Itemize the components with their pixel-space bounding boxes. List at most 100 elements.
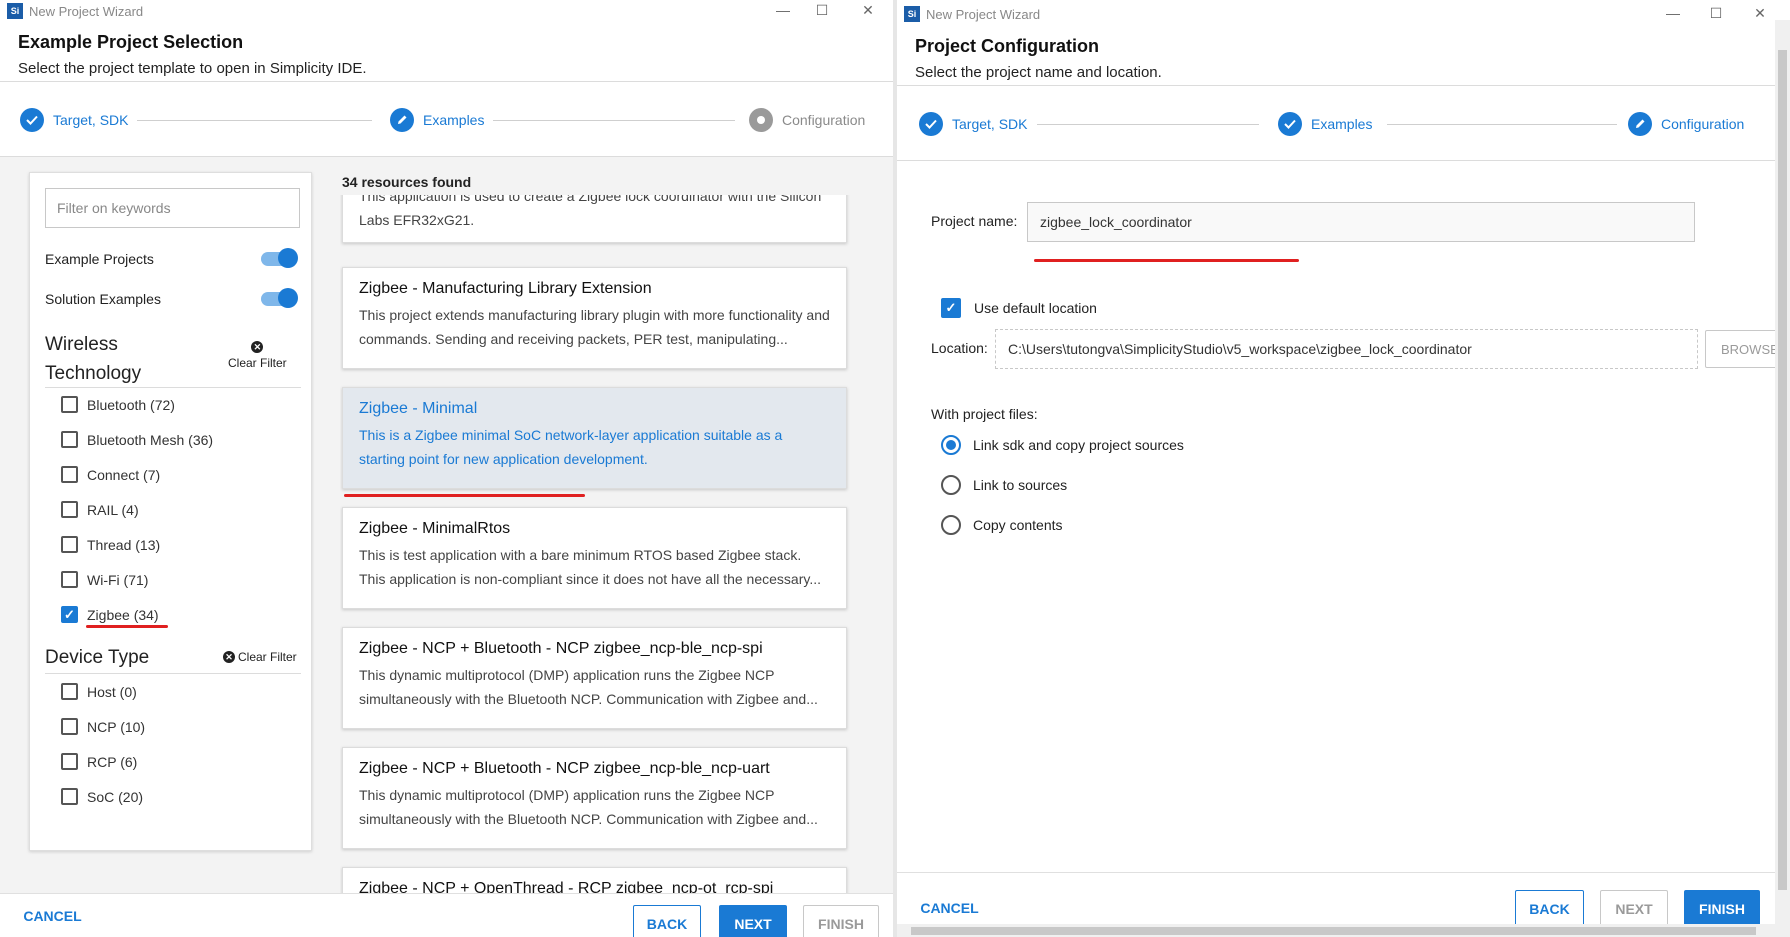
filter-thread[interactable]: Thread (13) xyxy=(61,536,160,553)
scrollbar-thumb[interactable] xyxy=(1778,50,1787,890)
step-label: Target, SDK xyxy=(952,116,1028,132)
maximize-icon[interactable]: ☐ xyxy=(802,0,842,20)
window-title: New Project Wizard xyxy=(29,3,144,19)
divider xyxy=(45,673,301,674)
step-connector xyxy=(1037,124,1259,125)
close-icon[interactable]: ✕ xyxy=(848,0,888,20)
check-icon[interactable]: ✓ xyxy=(941,298,961,318)
checkbox[interactable] xyxy=(61,536,78,553)
radio-link-sdk-copy[interactable]: Link sdk and copy project sources xyxy=(941,435,1184,455)
checkbox-label: Connect (7) xyxy=(87,466,161,483)
filter-soc[interactable]: SoC (20) xyxy=(61,788,143,805)
checkbox[interactable] xyxy=(61,571,78,588)
checkbox[interactable] xyxy=(61,431,78,448)
radio-button[interactable] xyxy=(941,475,961,495)
project-name-label: Project name: xyxy=(931,213,1018,229)
example-card[interactable]: Zigbee - NCP + OpenThread - RCP zigbee_n… xyxy=(342,867,847,895)
vertical-scrollbar[interactable] xyxy=(1775,20,1790,937)
checkbox-label: Host (0) xyxy=(87,683,137,700)
checkbox[interactable] xyxy=(61,683,78,700)
filter-ncp[interactable]: NCP (10) xyxy=(61,718,145,735)
keyword-filter-input[interactable]: Filter on keywords xyxy=(45,188,300,228)
step-configuration[interactable]: Configuration xyxy=(749,108,865,132)
step-examples[interactable]: Examples xyxy=(1278,112,1372,136)
check-icon[interactable]: ✓ xyxy=(61,606,78,623)
example-card[interactable]: Zigbee - Manufacturing Library Extension… xyxy=(342,267,847,369)
project-name-input[interactable]: zigbee_lock_coordinator xyxy=(1027,202,1695,242)
wizard-stepper: Target, SDK Examples Configuration xyxy=(897,85,1775,161)
card-title: Zigbee - Minimal xyxy=(359,400,478,417)
device-type-heading: Device Type xyxy=(45,647,150,668)
step-configuration[interactable]: Configuration xyxy=(1628,112,1744,136)
checkbox[interactable] xyxy=(61,396,78,413)
cancel-button[interactable]: CANCEL xyxy=(20,897,85,935)
left-wizard-window: Si New Project Wizard — ☐ ✕ Example Proj… xyxy=(0,0,893,937)
radio-copy-contents[interactable]: Copy contents xyxy=(941,515,1063,535)
step-connector xyxy=(137,120,372,121)
close-icon: ✕ xyxy=(251,341,264,353)
toggle-label: Solution Examples xyxy=(45,291,161,307)
use-default-location-checkbox[interactable]: ✓ Use default location xyxy=(941,298,1097,318)
checkbox-label: Bluetooth (72) xyxy=(87,396,175,413)
scrollbar-thumb[interactable] xyxy=(911,927,1756,935)
silicon-labs-logo: Si xyxy=(904,6,920,22)
radio-link-to-sources[interactable]: Link to sources xyxy=(941,475,1067,495)
step-target-sdk[interactable]: Target, SDK xyxy=(20,108,128,132)
checkbox-label: Zigbee (34) xyxy=(87,606,159,623)
filter-rail[interactable]: RAIL (4) xyxy=(61,501,139,518)
close-icon[interactable]: ✕ xyxy=(1740,3,1780,23)
filter-connect[interactable]: Connect (7) xyxy=(61,466,160,483)
card-description: This dynamic multiprotocol (DMP) applica… xyxy=(359,787,818,827)
checkbox[interactable] xyxy=(61,718,78,735)
toggle-switch[interactable] xyxy=(261,288,298,308)
filter-panel: Filter on keywords Example Projects Solu… xyxy=(29,172,312,851)
page-title: Project Configuration xyxy=(915,36,1099,56)
cancel-button[interactable]: CANCEL xyxy=(917,889,982,927)
checkbox[interactable] xyxy=(61,788,78,805)
filter-bluetooth[interactable]: Bluetooth (72) xyxy=(61,396,175,413)
edit-pencil-icon xyxy=(390,108,414,132)
wireless-technology-heading: Wireless Technology xyxy=(45,330,141,388)
step-target-sdk[interactable]: Target, SDK xyxy=(919,112,1027,136)
checkbox[interactable] xyxy=(61,753,78,770)
example-card[interactable]: This application is used to create a Zig… xyxy=(342,195,847,243)
step-label: Configuration xyxy=(1661,116,1745,132)
filter-wifi[interactable]: Wi-Fi (71) xyxy=(61,571,148,588)
example-card[interactable]: Zigbee - NCP + Bluetooth - NCP zigbee_nc… xyxy=(342,627,847,729)
radio-button[interactable] xyxy=(941,515,961,535)
back-button[interactable]: BACK xyxy=(1515,890,1584,928)
clear-filter-device-button[interactable]: ✕ Clear Filter xyxy=(220,650,297,664)
finish-button[interactable]: FINISH xyxy=(1684,890,1760,928)
minimize-icon[interactable]: — xyxy=(763,0,803,20)
toggle-solution-examples[interactable]: Solution Examples xyxy=(45,288,298,308)
card-title: Zigbee - NCP + Bluetooth - NCP zigbee_nc… xyxy=(359,760,770,777)
toggle-switch[interactable] xyxy=(261,248,298,268)
toggle-example-projects[interactable]: Example Projects xyxy=(45,248,298,268)
checkbox[interactable] xyxy=(61,501,78,518)
finish-button: FINISH xyxy=(803,905,879,937)
heading-line: Technology xyxy=(45,363,142,384)
example-card[interactable]: Zigbee - NCP + Bluetooth - NCP zigbee_nc… xyxy=(342,747,847,849)
example-card-selected[interactable]: Zigbee - Minimal This is a Zigbee minima… xyxy=(342,387,847,489)
clear-filter-label: Clear Filter xyxy=(238,650,297,664)
filter-host[interactable]: Host (0) xyxy=(61,683,137,700)
radio-label: Copy contents xyxy=(973,517,1063,533)
results-list: This application is used to create a Zig… xyxy=(340,195,850,895)
horizontal-scrollbar[interactable] xyxy=(897,924,1775,937)
step-examples[interactable]: Examples xyxy=(390,108,484,132)
close-icon: ✕ xyxy=(223,651,235,663)
filter-bluetooth-mesh[interactable]: Bluetooth Mesh (36) xyxy=(61,431,213,448)
example-card[interactable]: Zigbee - MinimalRtos This is test applic… xyxy=(342,507,847,609)
maximize-icon[interactable]: ☐ xyxy=(1696,3,1736,23)
clear-filter-wireless-button[interactable]: ✕ Clear Filter xyxy=(228,341,287,370)
filter-zigbee[interactable]: ✓ Zigbee (34) xyxy=(61,606,159,623)
card-description: This project extends manufacturing libra… xyxy=(359,307,830,347)
filter-rcp[interactable]: RCP (6) xyxy=(61,753,137,770)
step-label: Examples xyxy=(1311,116,1373,132)
highlight-underline xyxy=(86,625,168,628)
next-button[interactable]: NEXT xyxy=(719,905,787,937)
radio-button[interactable] xyxy=(941,435,961,455)
back-button[interactable]: BACK xyxy=(633,905,701,937)
minimize-icon[interactable]: — xyxy=(1653,3,1693,23)
checkbox[interactable] xyxy=(61,466,78,483)
